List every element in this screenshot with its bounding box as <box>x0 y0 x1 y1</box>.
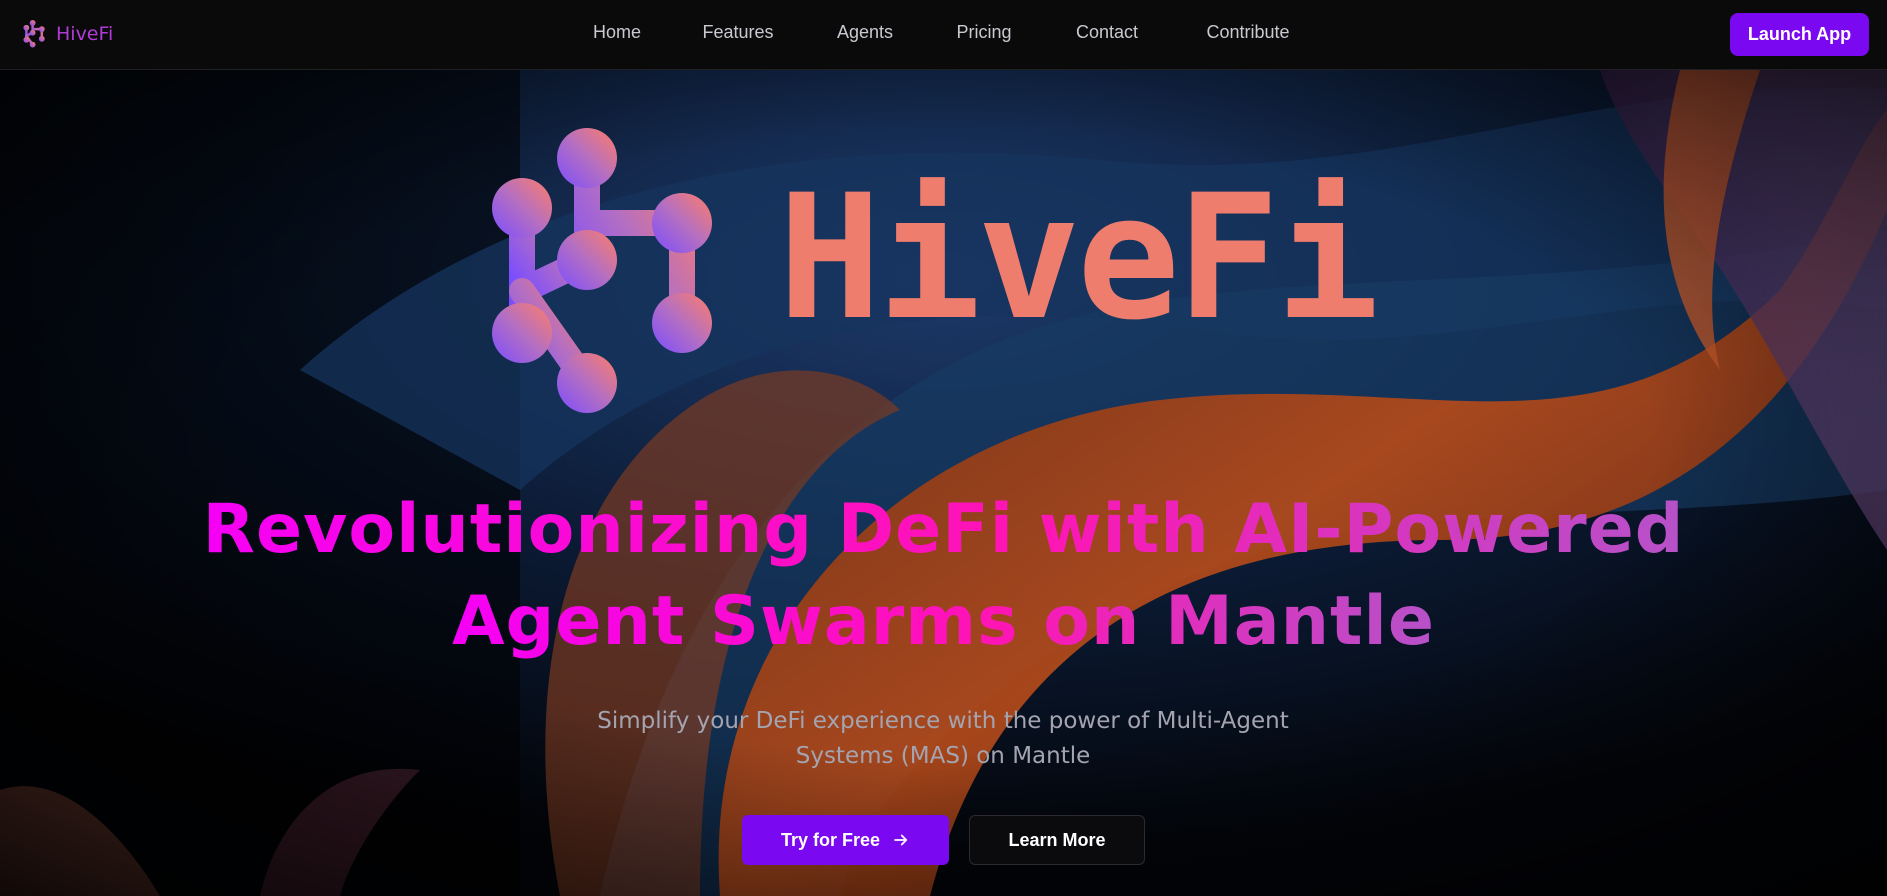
hero-subheading: Simplify your DeFi experience with the p… <box>543 704 1343 774</box>
learn-more-button[interactable]: Learn More <box>969 815 1145 865</box>
hive-network-icon <box>492 128 712 413</box>
nav-features[interactable]: Features <box>702 22 773 43</box>
nav-agents[interactable]: Agents <box>837 22 893 43</box>
nav-home[interactable]: Home <box>593 22 641 43</box>
try-for-free-button[interactable]: Try for Free <box>742 815 949 865</box>
headline-line-1: Revolutionizing DeFi with AI-Powered <box>202 490 1685 569</box>
nav-contribute[interactable]: Contribute <box>1206 22 1289 43</box>
try-for-free-label: Try for Free <box>780 829 881 850</box>
subhead-line-2: Systems (MAS) on Mantle <box>795 743 1091 769</box>
top-navbar: HiveFi Home Features Agents Pricing Cont… <box>0 0 1887 70</box>
brand[interactable]: HiveFi <box>20 20 113 48</box>
hero-wordmark: HiveFi <box>778 157 1379 358</box>
nav-contact[interactable]: Contact <box>1076 22 1138 43</box>
hero-headline: Revolutionizing DeFi with AI-Powered Age… <box>150 484 1737 668</box>
nav-pricing[interactable]: Pricing <box>956 22 1011 43</box>
arrow-right-icon <box>894 834 908 846</box>
hive-logo-icon <box>23 20 45 48</box>
launch-app-button[interactable]: Launch App <box>1730 13 1869 56</box>
headline-line-2: Agent Swarms on Mantle <box>452 582 1435 661</box>
brand-name: HiveFi <box>56 23 114 45</box>
subhead-line-1: Simplify your DeFi experience with the p… <box>597 708 1289 734</box>
